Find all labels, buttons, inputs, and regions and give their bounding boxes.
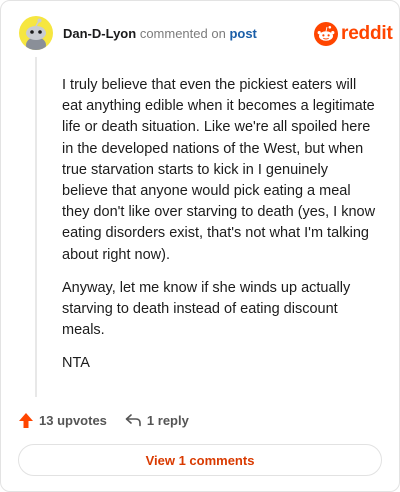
comment-card: Dan-D-Lyon commented on post reddit I tr… [0,0,400,492]
avatar[interactable] [19,16,53,50]
brand-wordmark: reddit [341,23,393,44]
snoo-avatar-icon [26,18,46,50]
comment-header: Dan-D-Lyon commented on post [63,26,257,42]
action-text: commented on [139,26,226,41]
comment-paragraph: Anyway, let me know if she winds up actu… [62,279,351,339]
thread-line [35,57,37,397]
view-comments-label: View 1 comments [145,452,255,468]
reddit-logo[interactable]: reddit [314,21,393,47]
comment-footer: 13 upvotes 1 reply [18,410,189,430]
username[interactable]: Dan-D-Lyon [63,26,136,41]
reply-button[interactable]: 1 reply [125,413,189,428]
post-link[interactable]: post [229,26,256,41]
upvote-arrow-icon [19,412,33,428]
comment-paragraph: I truly believe that even the pickiest e… [62,77,376,263]
reply-count: 1 reply [146,412,189,428]
upvote-count: 13 upvotes [39,412,107,428]
comment-paragraph: NTA [62,355,90,372]
reddit-snoo-icon [314,22,338,46]
view-comments-button[interactable]: View 1 comments [18,444,382,476]
upvote-button[interactable]: 13 upvotes [18,412,107,429]
comment-body: I truly believe that even the pickiest e… [62,75,377,387]
reply-arrow-icon [125,414,141,427]
